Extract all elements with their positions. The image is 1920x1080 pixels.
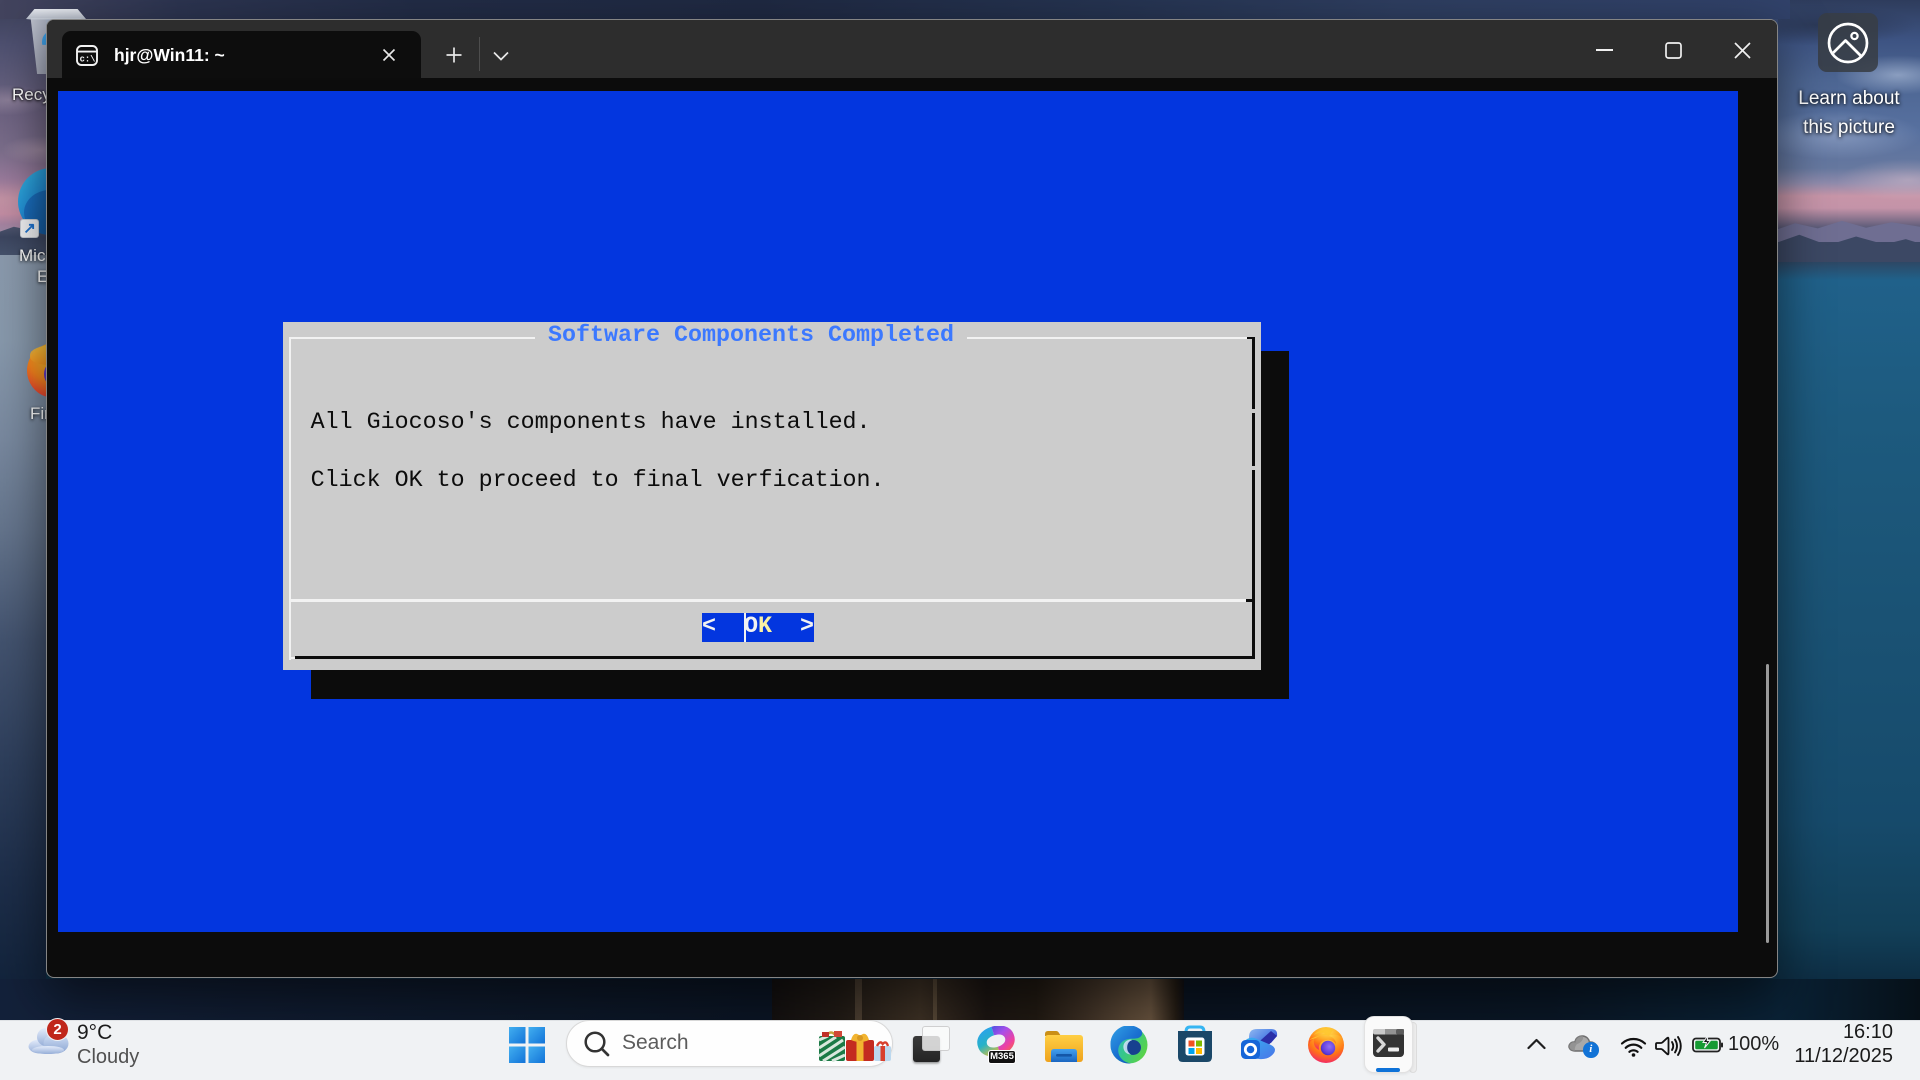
svg-text:c:\: c:\	[80, 54, 96, 64]
